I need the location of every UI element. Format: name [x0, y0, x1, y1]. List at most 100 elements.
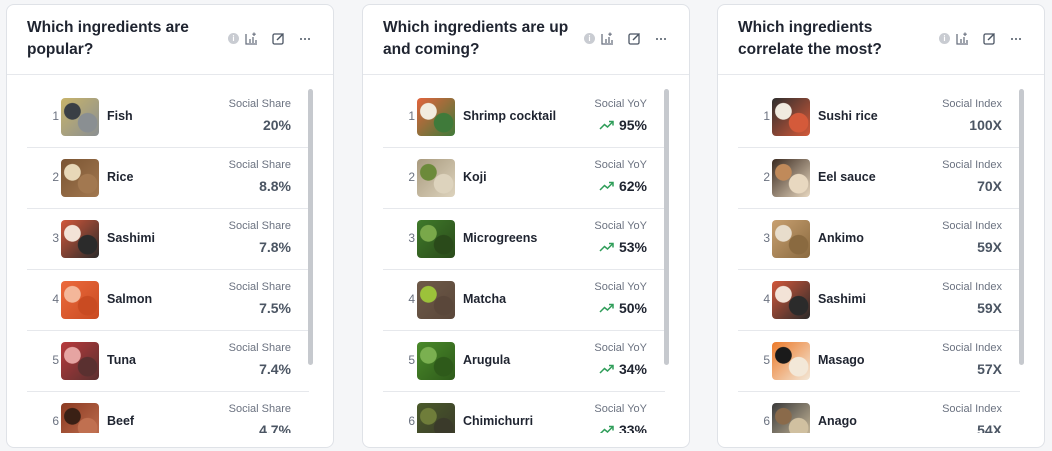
metric-label: Social YoY	[594, 220, 647, 232]
ingredient-list: 1 Sushi rice Social Index 100X 2 Eel sauce Soc…	[738, 87, 1020, 433]
metric-value: 34%	[618, 361, 647, 377]
metric-label: Social Share	[228, 403, 291, 415]
metric-value-group: 50%	[599, 300, 647, 316]
ingredient-row[interactable]: 2 Rice Social Share 8.8%	[27, 148, 309, 209]
more-icon[interactable]	[655, 37, 667, 41]
metric-value-group: 8.8%	[259, 178, 291, 194]
rank-number: 3	[763, 231, 770, 245]
info-icon[interactable]: i	[939, 33, 950, 44]
rank-number: 3	[52, 231, 59, 245]
card-actions: i	[228, 32, 311, 45]
metric-value-group: 62%	[599, 178, 647, 194]
rank-number: 4	[52, 292, 59, 306]
ingredient-row[interactable]: 6 Anago Social Index 54X	[738, 392, 1020, 433]
metric-value-group: 53%	[599, 239, 647, 255]
metric-value: 100X	[969, 117, 1002, 133]
ingredient-list-viewport[interactable]: 1 Sushi rice Social Index 100X 2 Eel sauce Soc…	[718, 87, 1044, 433]
metric-value-group: 34%	[599, 361, 647, 377]
metric-label: Social Index	[942, 342, 1002, 354]
ingredient-row[interactable]: 5 Masago Social Index 57X	[738, 331, 1020, 392]
edit-icon[interactable]	[272, 32, 285, 45]
sashimi-thumbnail	[772, 281, 810, 319]
ingredient-list-viewport[interactable]: 1 Shrimp cocktail Social YoY 95% 2 Koji Social…	[363, 87, 689, 433]
ingredient-row[interactable]: 3 Sashimi Social Share 7.8%	[27, 209, 309, 270]
ingredient-name: Koji	[463, 170, 487, 184]
ingredient-row[interactable]: 1 Fish Social Share 20%	[27, 87, 309, 148]
card-actions: i	[584, 32, 667, 45]
matcha-thumbnail	[417, 281, 455, 319]
ingredient-name: Fish	[107, 109, 133, 123]
metric-value-group: 95%	[599, 117, 647, 133]
ingredient-row[interactable]: 4 Salmon Social Share 7.5%	[27, 270, 309, 331]
ingredient-name: Sashimi	[107, 231, 155, 245]
metric-value-group: 7.5%	[259, 300, 291, 316]
scrollbar[interactable]	[664, 89, 669, 365]
more-icon[interactable]	[299, 37, 311, 41]
rank-number: 2	[52, 170, 59, 184]
up-and-coming-card: Which ingredients are up and coming? i 1…	[362, 4, 690, 448]
ingredient-row[interactable]: 1 Shrimp cocktail Social YoY 95%	[383, 87, 665, 148]
ingredient-name: Masago	[818, 353, 865, 367]
edit-icon[interactable]	[983, 32, 996, 45]
ingredient-row[interactable]: 3 Microgreens Social YoY 53%	[383, 209, 665, 270]
ingredient-row[interactable]: 1 Sushi rice Social Index 100X	[738, 87, 1020, 148]
metric-label: Social YoY	[594, 98, 647, 110]
metric-value: 54X	[977, 422, 1002, 433]
ingredient-row[interactable]: 3 Ankimo Social Index 59X	[738, 209, 1020, 270]
metric-label: Social YoY	[594, 281, 647, 293]
sashimi-thumbnail	[61, 220, 99, 258]
ingredient-name: Shrimp cocktail	[463, 109, 557, 123]
metric-label: Social YoY	[594, 342, 647, 354]
beef-thumbnail	[61, 403, 99, 433]
rank-number: 1	[408, 109, 415, 123]
metric-value: 59X	[977, 300, 1002, 316]
ingredient-row[interactable]: 4 Matcha Social YoY 50%	[383, 270, 665, 331]
masago-thumbnail	[772, 342, 810, 380]
metric-value: 53%	[618, 239, 647, 255]
metric-label: Social Share	[228, 98, 291, 110]
ingredient-row[interactable]: 6 Chimichurri Social YoY 33%	[383, 392, 665, 433]
add-chart-icon[interactable]	[245, 32, 258, 45]
ankimo-thumbnail	[772, 220, 810, 258]
metric-label: Social Share	[228, 281, 291, 293]
metric-value: 7.5%	[259, 300, 291, 316]
ingredient-row[interactable]: 2 Eel sauce Social Index 70X	[738, 148, 1020, 209]
ingredient-row[interactable]: 2 Koji Social YoY 62%	[383, 148, 665, 209]
ingredient-row[interactable]: 4 Sashimi Social Index 59X	[738, 270, 1020, 331]
scrollbar[interactable]	[308, 89, 313, 365]
ingredient-row[interactable]: 5 Tuna Social Share 7.4%	[27, 331, 309, 392]
metric-label: Social Share	[228, 220, 291, 232]
info-icon[interactable]: i	[228, 33, 239, 44]
card-title: Which ingredients are up and coming?	[383, 19, 569, 58]
metric-value-group: 57X	[977, 361, 1002, 377]
ingredient-name: Matcha	[463, 292, 507, 306]
ingredient-list-viewport[interactable]: 1 Fish Social Share 20% 2 Rice Social Share 8.8…	[7, 87, 333, 433]
metric-value-group: 7.8%	[259, 239, 291, 255]
metric-label: Social Index	[942, 220, 1002, 232]
metric-value-group: 7.4%	[259, 361, 291, 377]
metric-value: 20%	[262, 117, 291, 133]
eel-sauce-thumbnail	[772, 159, 810, 197]
ingredient-name: Chimichurri	[463, 414, 534, 428]
edit-icon[interactable]	[628, 32, 641, 45]
ingredient-name: Beef	[107, 414, 135, 428]
rank-number: 1	[763, 109, 770, 123]
metric-value: 70X	[977, 178, 1002, 194]
card-title: Which ingredients correlate the most?	[738, 19, 882, 58]
info-icon[interactable]: i	[584, 33, 595, 44]
rank-number: 2	[408, 170, 415, 184]
metric-value: 4.7%	[259, 422, 291, 433]
add-chart-icon[interactable]	[956, 32, 969, 45]
chimichurri-thumbnail	[417, 403, 455, 433]
rank-number: 1	[52, 109, 59, 123]
card-header: Which ingredients are up and coming? i	[363, 5, 689, 75]
ingredient-row[interactable]: 6 Beef Social Share 4.7%	[27, 392, 309, 433]
metric-value: 59X	[977, 239, 1002, 255]
ingredient-row[interactable]: 5 Arugula Social YoY 34%	[383, 331, 665, 392]
scrollbar[interactable]	[1019, 89, 1024, 365]
add-chart-icon[interactable]	[601, 32, 614, 45]
metric-value-group: 100X	[969, 117, 1002, 133]
more-icon[interactable]	[1010, 37, 1022, 41]
card-actions: i	[939, 32, 1022, 45]
rank-number: 4	[763, 292, 770, 306]
